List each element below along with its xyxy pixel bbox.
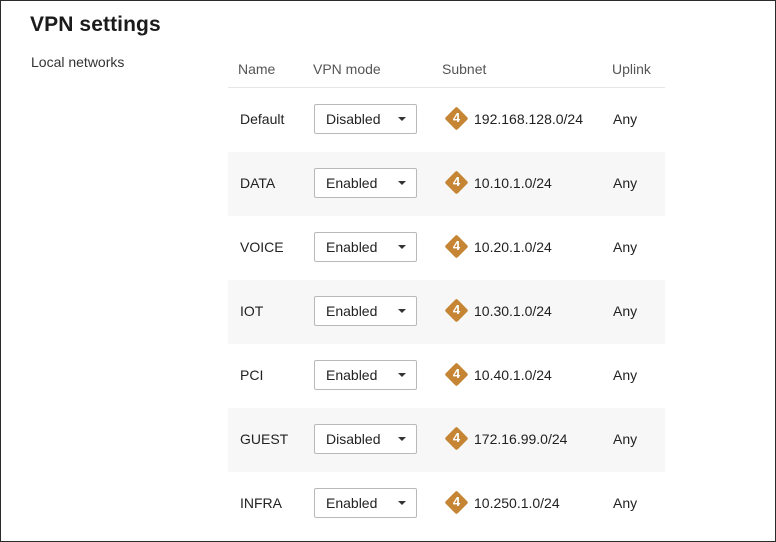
subnet-value: 10.250.1.0/24 <box>474 495 560 511</box>
subnet-value: 10.20.1.0/24 <box>474 239 552 255</box>
local-networks-table: Name VPN mode Subnet Uplink Default Disa… <box>228 53 665 536</box>
chevron-down-icon <box>398 117 406 121</box>
header-name: Name <box>238 61 276 77</box>
network-name: DATA <box>240 175 276 191</box>
table-row: DATA Enabled 4 10.10.1.0/24 Any <box>228 152 665 216</box>
vpn-mode-select[interactable]: Enabled <box>314 488 417 518</box>
vpn-mode-select[interactable]: Disabled <box>314 424 417 454</box>
uplink-value: Any <box>613 239 638 255</box>
network-name: Default <box>240 111 285 127</box>
vpn-mode-value: Enabled <box>326 239 378 255</box>
vpn-mode-value: Enabled <box>326 495 378 511</box>
chevron-down-icon <box>398 437 406 441</box>
subnet-value: 192.168.128.0/24 <box>474 111 583 127</box>
ipv4-diamond-icon: 4 <box>444 490 470 516</box>
table-row: Default Disabled 4 192.168.128.0/24 Any <box>228 88 665 152</box>
vpn-mode-value: Enabled <box>326 367 378 383</box>
table-row: VOICE Enabled 4 10.20.1.0/24 Any <box>228 216 665 280</box>
header-vpn-mode: VPN mode <box>313 61 381 77</box>
vpn-mode-value: Enabled <box>326 175 378 191</box>
ipv4-diamond-icon: 4 <box>444 426 470 452</box>
subnet-value: 10.10.1.0/24 <box>474 175 552 191</box>
network-name: INFRA <box>240 495 282 511</box>
table-row: PCI Enabled 4 10.40.1.0/24 Any <box>228 344 665 408</box>
vpn-mode-select[interactable]: Disabled <box>314 104 417 134</box>
table-row: IOT Enabled 4 10.30.1.0/24 Any <box>228 280 665 344</box>
page-title: VPN settings <box>30 13 161 36</box>
table-header: Name VPN mode Subnet Uplink <box>228 53 665 88</box>
vpn-mode-select[interactable]: Enabled <box>314 360 417 390</box>
table-row: INFRA Enabled 4 10.250.1.0/24 Any <box>228 472 665 536</box>
table-row: GUEST Disabled 4 172.16.99.0/24 Any <box>228 408 665 472</box>
uplink-value: Any <box>613 367 638 383</box>
uplink-value: Any <box>613 303 638 319</box>
ipv4-diamond-icon: 4 <box>444 106 470 132</box>
subnet-value: 10.40.1.0/24 <box>474 367 552 383</box>
local-networks-label: Local networks <box>31 54 125 70</box>
vpn-mode-select[interactable]: Enabled <box>314 232 417 262</box>
chevron-down-icon <box>398 181 406 185</box>
vpn-mode-value: Disabled <box>326 111 381 127</box>
chevron-down-icon <box>398 501 406 505</box>
uplink-value: Any <box>613 431 638 447</box>
vpn-mode-select[interactable]: Enabled <box>314 168 417 198</box>
network-name: VOICE <box>240 239 284 255</box>
ipv4-diamond-icon: 4 <box>444 170 470 196</box>
vpn-mode-value: Disabled <box>326 431 381 447</box>
chevron-down-icon <box>398 373 406 377</box>
uplink-value: Any <box>613 175 638 191</box>
chevron-down-icon <box>398 245 406 249</box>
subnet-value: 172.16.99.0/24 <box>474 431 568 447</box>
subnet-value: 10.30.1.0/24 <box>474 303 552 319</box>
network-name: GUEST <box>240 431 289 447</box>
ipv4-diamond-icon: 4 <box>444 234 470 260</box>
vpn-mode-select[interactable]: Enabled <box>314 296 417 326</box>
uplink-value: Any <box>613 495 638 511</box>
ipv4-diamond-icon: 4 <box>444 298 470 324</box>
header-subnet: Subnet <box>442 61 487 77</box>
ipv4-diamond-icon: 4 <box>444 362 470 388</box>
network-name: PCI <box>240 367 264 383</box>
network-name: IOT <box>240 303 264 319</box>
vpn-mode-value: Enabled <box>326 303 378 319</box>
vpn-settings-panel: VPN settings Local networks Name VPN mod… <box>0 0 776 542</box>
chevron-down-icon <box>398 309 406 313</box>
header-uplink: Uplink <box>612 61 651 77</box>
uplink-value: Any <box>613 111 638 127</box>
